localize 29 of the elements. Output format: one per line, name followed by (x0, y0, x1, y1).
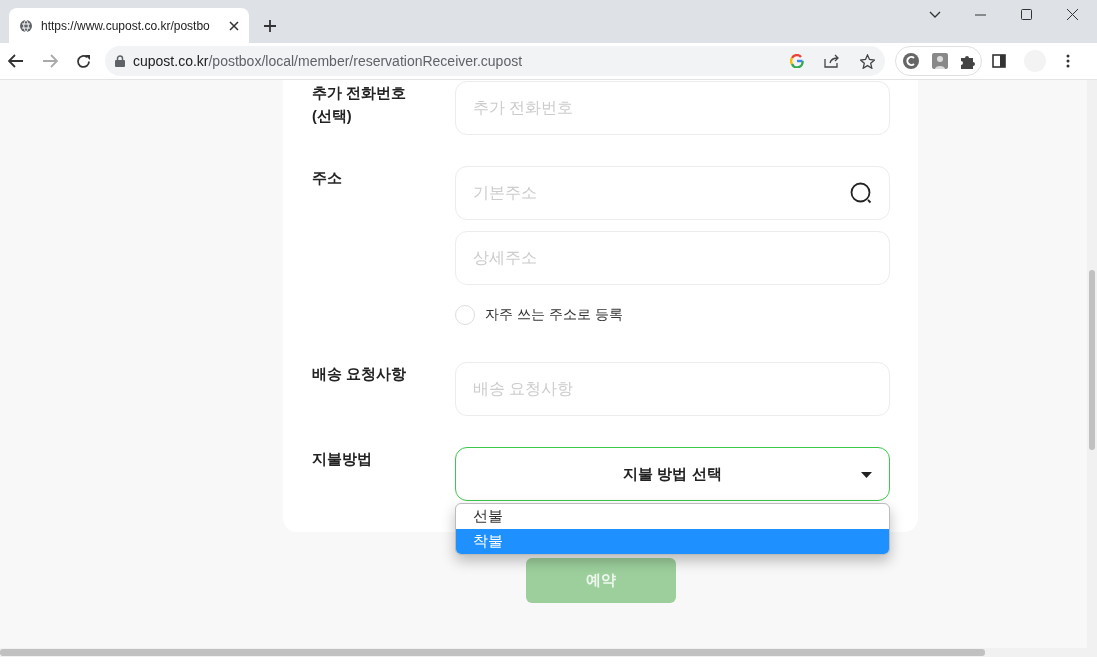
portrait-extension-icon[interactable] (932, 53, 948, 69)
browser-tab[interactable]: https://www.cupost.co.kr/postbo (9, 8, 249, 43)
caret-icon (861, 472, 872, 478)
select-dropdown[interactable]: 지불 방법 선택 (455, 447, 890, 501)
search-icon[interactable] (850, 182, 873, 205)
puzzle-icon[interactable] (960, 53, 975, 69)
refresh-extension-icon[interactable] (902, 52, 920, 70)
lock-icon (115, 55, 125, 67)
field-label: 배송 요청사항 (312, 365, 408, 384)
tab-title: https://www.cupost.co.kr/postbo (41, 17, 211, 35)
close-icon[interactable] (229, 20, 239, 31)
checkbox-label: 자주 쓰는 주소로 등록 (485, 305, 623, 324)
field-label: 추가 전화번호 (선택) (312, 84, 408, 127)
dropdown-option[interactable]: 선불 (456, 504, 889, 529)
close-icon[interactable] (1067, 9, 1078, 20)
chevron-down-icon[interactable] (929, 11, 941, 19)
address-bar[interactable]: cupost.co.kr/postbox/local/member/reservationReceiver.cupost (105, 46, 885, 76)
star-icon[interactable] (860, 53, 875, 69)
new-tab-icon[interactable] (263, 19, 277, 33)
globe-icon (19, 18, 33, 33)
side-panel-icon[interactable] (992, 54, 1006, 68)
reload-icon[interactable] (76, 53, 91, 69)
maximize-icon[interactable] (1021, 9, 1032, 20)
menu-icon[interactable] (1066, 54, 1070, 68)
share-icon[interactable] (824, 54, 840, 68)
field-label: 지불방법 (312, 450, 373, 469)
back-arrow-icon[interactable] (8, 54, 24, 68)
google-icon[interactable] (790, 54, 804, 68)
field-label: 주소 (312, 169, 343, 188)
